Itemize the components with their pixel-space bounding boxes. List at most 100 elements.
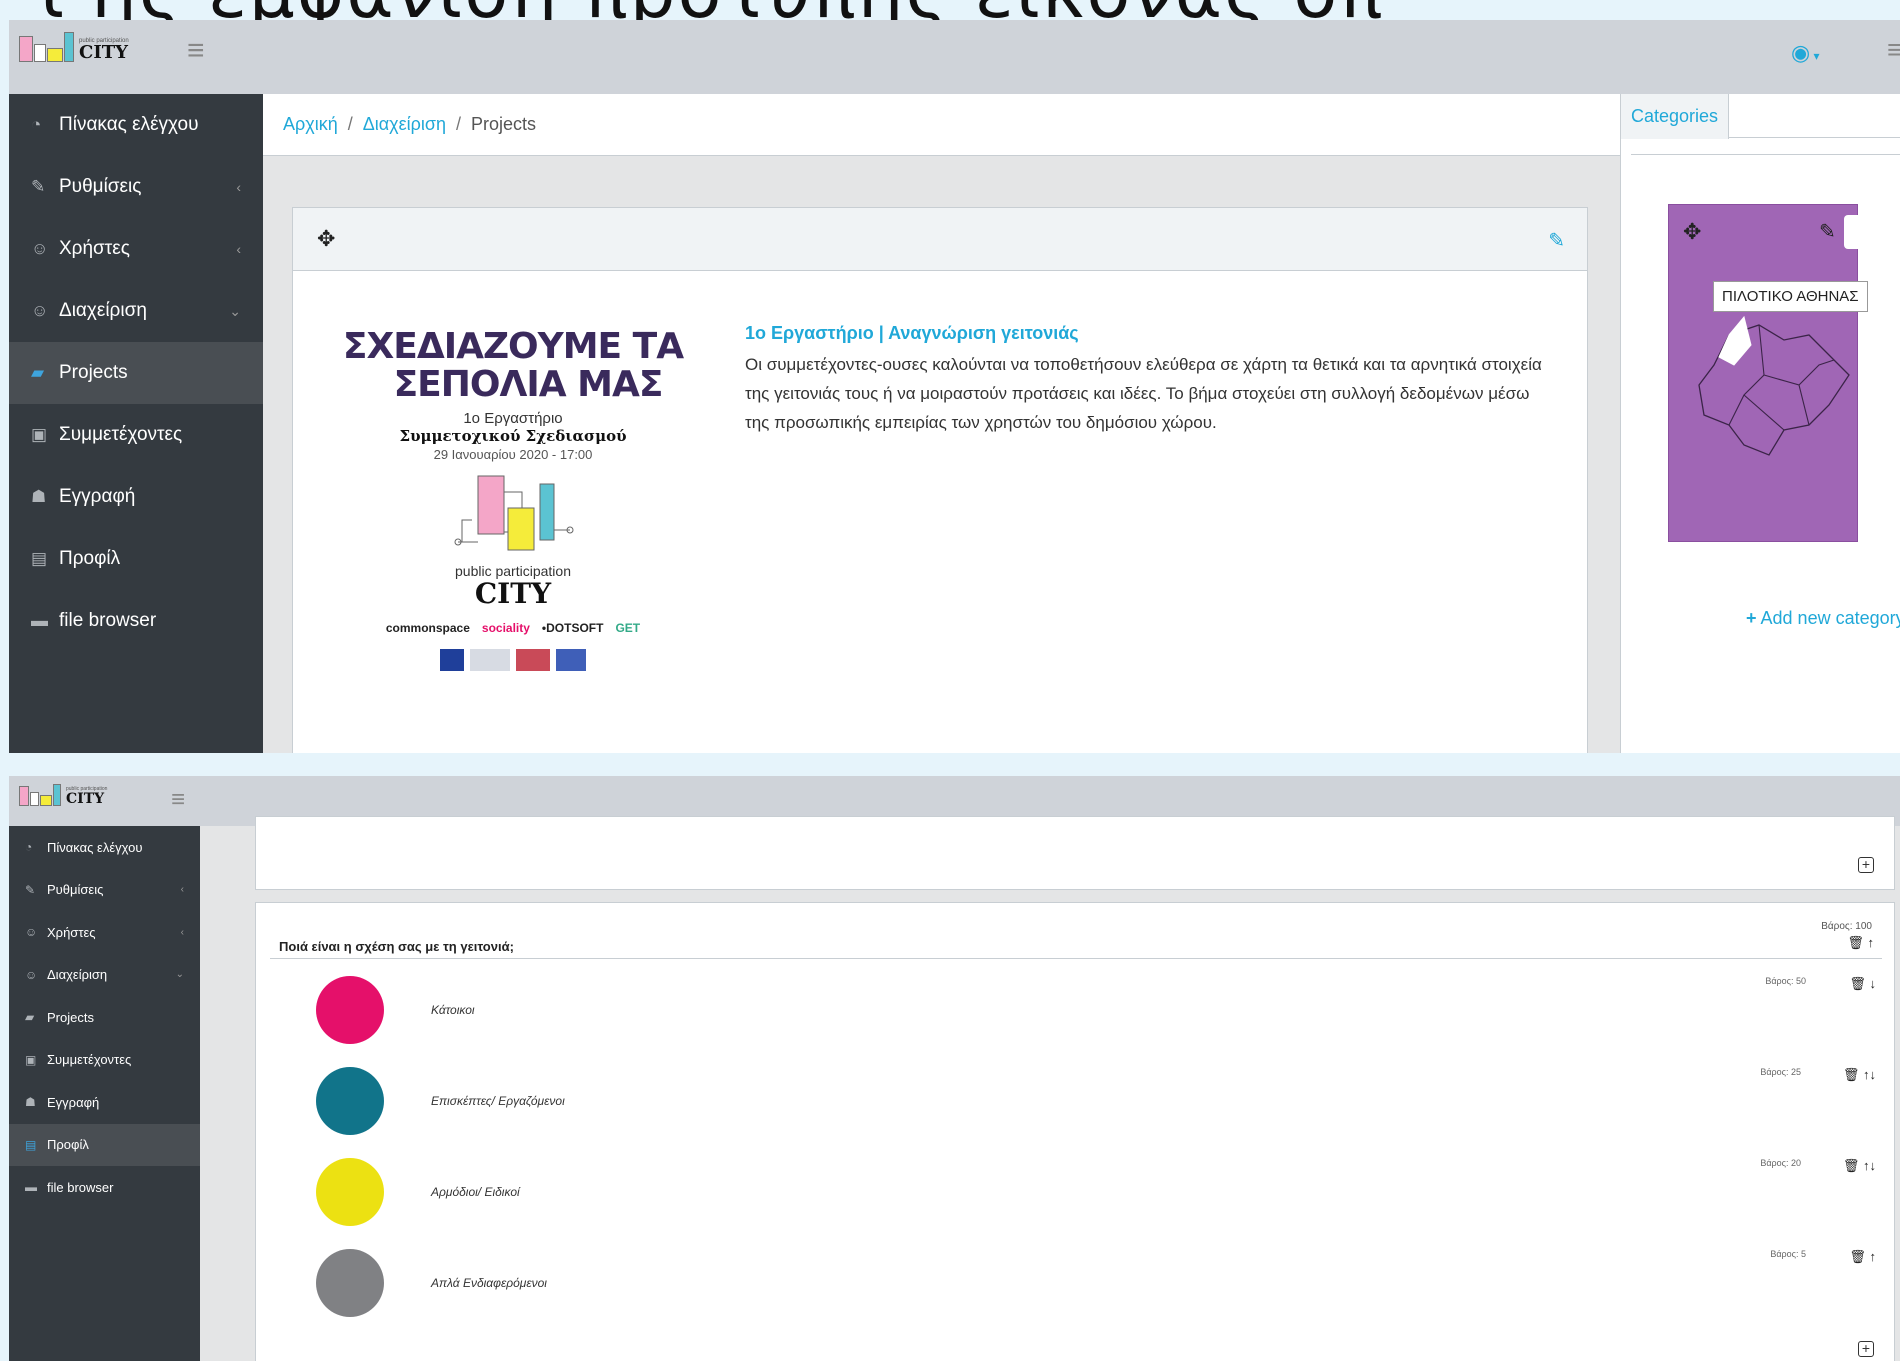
trash-icon[interactable]: 🗑 — [1843, 1067, 1860, 1082]
sidebar-item-dashboard[interactable]: ◔ Πίνακας ελέγχου — [9, 826, 200, 869]
sidebar-item-label: Projects — [59, 362, 128, 383]
option-row: Απλά Ενδιαφερόμενοι Βάρος: 5 🗑 ↑ — [256, 1249, 1896, 1325]
folder-icon: ▬ — [25, 1180, 37, 1195]
sidebar-item-projects[interactable]: ▰ Projects — [9, 342, 263, 404]
breadcrumb-separator: / — [347, 114, 353, 134]
sponsor-dotsoft: •DOTSOFT — [541, 621, 604, 635]
option-color-swatch — [316, 1249, 384, 1317]
logo-name: CITY — [66, 791, 105, 807]
arrow-down-icon[interactable]: ↓ — [1870, 976, 1877, 991]
arrow-up-icon[interactable]: ↑ — [1870, 1249, 1877, 1264]
sidebar-item-profile[interactable]: ▤ Προφίλ — [9, 528, 263, 590]
tab-categories[interactable]: Categories — [1621, 94, 1730, 139]
sidebar-item-label: Projects — [47, 1009, 94, 1025]
option-weight: Βάρος: 5 — [1770, 1249, 1806, 1259]
users-icon: ☺ — [25, 925, 38, 940]
sidebar-item-settings[interactable]: ✎ Ρυθμίσεις ‹ — [9, 156, 263, 218]
sidebar-item-admin[interactable]: ☺ Διαχείριση ⌄ — [9, 280, 263, 342]
option-weight: Βάρος: 20 — [1760, 1158, 1801, 1168]
option-label: Επισκέπτες/ Εργαζόμενοι — [431, 1094, 565, 1108]
sidebar-item-label: Χρήστες — [47, 924, 96, 940]
move-icon[interactable]: ✥ — [317, 226, 335, 252]
arrow-updown-icon[interactable]: ↑↓ — [1863, 1158, 1876, 1173]
breadcrumb-admin-link[interactable]: Διαχείριση — [363, 114, 446, 135]
project-card-header: ✥ ✎ — [293, 208, 1587, 271]
poster-sponsors: commonspace sociality •DOTSOFT GET — [333, 621, 693, 635]
admin-icon: ☺ — [25, 967, 38, 982]
sidebar-item-projects[interactable]: ▰ Projects — [9, 996, 200, 1039]
sponsor-sociality: sociality — [481, 621, 530, 635]
sidebar-item-label: Συμμετέχοντες — [47, 1052, 132, 1068]
trash-icon[interactable]: 🗑 — [1849, 976, 1866, 991]
sidebar-item-label: file browser — [47, 1179, 114, 1195]
sidebar-item-users[interactable]: ☺ Χρήστες ‹ — [9, 911, 200, 954]
sidebar-item-profile[interactable]: ▤ Προφίλ — [9, 1123, 200, 1166]
app-logo[interactable]: public participation CITY — [19, 32, 129, 62]
sidebar-item-file-browser[interactable]: ▬ file browser — [9, 1166, 200, 1209]
contacts-icon: ▣ — [31, 425, 48, 444]
trash-icon[interactable]: 🗑 — [1849, 1249, 1866, 1264]
option-row: Επισκέπτες/ Εργαζόμενοι Βάρος: 25 🗑 ↑↓ — [256, 1067, 1896, 1143]
speedometer-icon: ◔ — [31, 115, 42, 134]
sidebar-item-label: Προφίλ — [47, 1137, 89, 1153]
sidebar-item-settings[interactable]: ✎ Ρυθμίσεις ‹ — [9, 869, 200, 912]
edit-pencil-icon[interactable]: ✎ — [1819, 219, 1836, 244]
question-title: Ποιά είναι η σχέση σας με τη γειτονιά; — [279, 939, 514, 954]
option-weight: Βάρος: 25 — [1760, 1067, 1801, 1077]
sidebar-item-participants[interactable]: ▣ Συμμετέχοντες — [9, 404, 263, 466]
chevron-down-icon: ⌄ — [229, 302, 241, 319]
users-icon: ☺ — [31, 239, 49, 258]
project-poster-image: ΣΧΕΔΙΑΖΟΥΜΕ ΤΑ ΣΕΠΟΛΙΑ ΜΑΣ 1ο Εργαστήριο… — [333, 328, 693, 748]
option-controls: 🗑 ↑↓ — [1843, 1067, 1876, 1083]
aside-toggle-icon[interactable]: ≡ — [1887, 34, 1900, 66]
add-option-icon[interactable]: + — [1858, 857, 1874, 873]
add-option-icon[interactable]: + — [1858, 1341, 1874, 1357]
poster-subtitle1: 1ο Εργαστήριο — [463, 410, 563, 427]
wrench-icon: ✎ — [31, 177, 46, 196]
trash-icon[interactable]: 🗑 — [1847, 935, 1864, 950]
select-checkbox[interactable] — [1844, 215, 1874, 249]
project-card: ✥ ✎ ΣΧΕΔΙΑΖΟΥΜΕ ΤΑ ΣΕΠΟΛΙΑ ΜΑΣ 1ο Εργαστ… — [292, 207, 1588, 753]
sidebar-item-dashboard[interactable]: ◔ Πίνακας ελέγχου — [9, 94, 263, 156]
arrow-updown-icon[interactable]: ↑↓ — [1863, 1067, 1876, 1082]
book-icon: ▰ — [31, 363, 45, 382]
breadcrumb-home-link[interactable]: Αρχική — [283, 114, 338, 135]
sidebar-item-register[interactable]: ☗ Εγγραφή — [9, 1081, 200, 1124]
add-category-link[interactable]: + Add new category — [1746, 608, 1900, 629]
option-row: Κάτοικοι Βάρος: 50 🗑 ↓ — [256, 976, 1896, 1052]
sidebar-item-register[interactable]: ☗ Εγγραφή — [9, 466, 263, 528]
app-logo[interactable]: public participation CITY — [19, 784, 107, 806]
sidebar-item-admin[interactable]: ☺ Διαχείριση ⌄ — [9, 954, 200, 997]
project-title-link[interactable]: 1ο Εργαστήριο | Αναγνώριση γειτονιάς — [745, 323, 1555, 344]
book-icon: ▰ — [25, 1010, 35, 1025]
poster-date: 29 Ιανουαρίου 2020 - 17:00 — [433, 447, 593, 462]
aside-panel: Categories ✥ ✎ ΠΙΛΟΤΙΚΟ ΑΘΗΝΑΣ + Add new… — [1620, 94, 1900, 753]
breadcrumb: Αρχική / Διαχείριση / Projects — [263, 94, 1620, 156]
menu-toggle-icon[interactable]: ≡ — [187, 34, 205, 68]
user-account-icon[interactable]: ◉ ▾ — [1791, 40, 1820, 66]
aside-divider — [1631, 154, 1900, 155]
screenshot-canvas: ι ης εμφάνιση πρότυπης εικόνας οπ public… — [0, 0, 1900, 1361]
map-label: ΠΙΛΟΤΙΚΟ ΑΘΗΝΑΣ — [1713, 281, 1868, 312]
option-row: Αρμόδιοι/ Ειδικοί Βάρος: 20 🗑 ↑↓ — [256, 1158, 1896, 1234]
move-icon[interactable]: ✥ — [1683, 219, 1701, 245]
question-controls: 🗑 ↑ — [1847, 935, 1874, 951]
menu-toggle-icon[interactable]: ≡ — [171, 786, 185, 814]
sidebar-item-users[interactable]: ☺ Χρήστες ‹ — [9, 218, 263, 280]
breadcrumb-separator: / — [455, 114, 461, 134]
poster-line2: ΣΕΠΟΛΙΑ ΜΑΣ — [393, 364, 664, 405]
option-color-swatch — [316, 976, 384, 1044]
aside-tabs: Categories — [1621, 94, 1900, 139]
sidebar-item-label: Πίνακας ελέγχου — [47, 839, 143, 855]
main-content: + Ποιά είναι η σχέση σας με τη γειτονιά;… — [200, 816, 1900, 1361]
sidebar-item-file-browser[interactable]: ▬ file browser — [9, 590, 263, 652]
option-controls: 🗑 ↓ — [1849, 976, 1876, 992]
sidebar-item-participants[interactable]: ▣ Συμμετέχοντες — [9, 1039, 200, 1082]
edit-pencil-icon[interactable]: ✎ — [1548, 228, 1565, 253]
category-map-card[interactable]: ✥ ✎ ΠΙΛΟΤΙΚΟ ΑΘΗΝΑΣ — [1668, 204, 1874, 542]
logo-name: CITY — [79, 42, 128, 63]
admin-icon: ☺ — [31, 301, 49, 320]
sidebar-item-label: Εγγραφή — [59, 486, 136, 507]
arrow-up-icon[interactable]: ↑ — [1868, 935, 1875, 950]
trash-icon[interactable]: 🗑 — [1843, 1158, 1860, 1173]
